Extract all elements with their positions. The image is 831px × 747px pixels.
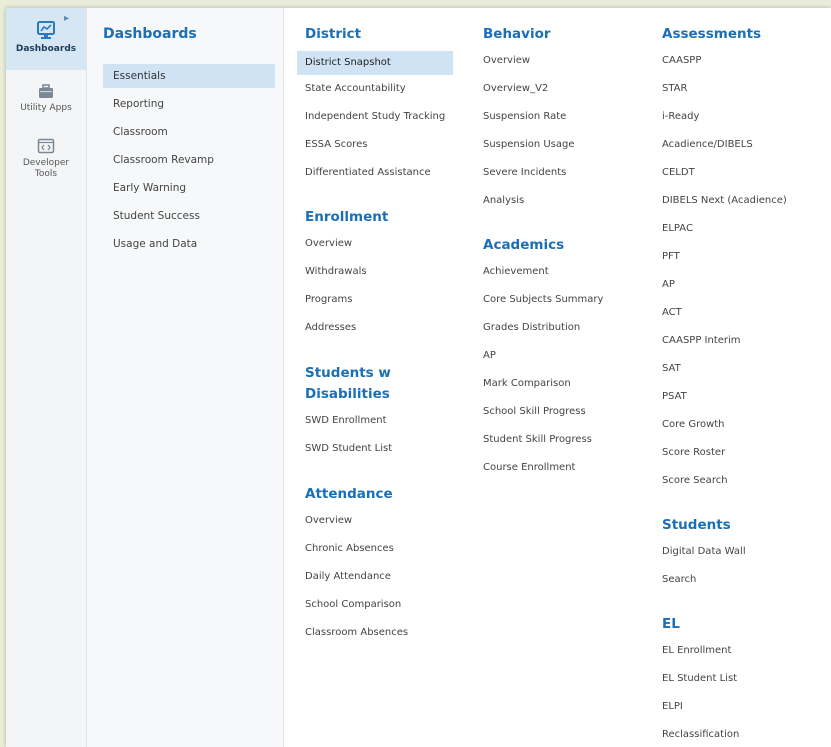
link-behavior-overview[interactable]: Overview (483, 54, 530, 68)
link-digital-data-wall[interactable]: Digital Data Wall (662, 545, 746, 559)
link-elpac[interactable]: ELPAC (662, 222, 693, 236)
link-school-comparison[interactable]: School Comparison (305, 598, 401, 612)
link-withdrawals[interactable]: Withdrawals (305, 265, 367, 279)
section-title-students: Students (662, 517, 731, 533)
link-chronic-absences[interactable]: Chronic Absences (305, 542, 394, 556)
code-window-icon (37, 138, 55, 154)
link-academics-ap[interactable]: AP (483, 349, 496, 363)
link-attendance-overview[interactable]: Overview (305, 514, 352, 528)
link-course-enrollment[interactable]: Course Enrollment (483, 461, 575, 475)
link-el-enrollment[interactable]: EL Enrollment (662, 644, 731, 658)
icon-rail: ▸ Dashboards Utility Apps Developer Tool… (6, 8, 87, 747)
link-mark-comparison[interactable]: Mark Comparison (483, 377, 571, 391)
link-state-accountability[interactable]: State Accountability (305, 82, 406, 96)
link-celdt[interactable]: CELDT (662, 166, 695, 180)
link-caaspp-interim[interactable]: CAASPP Interim (662, 334, 741, 348)
dashboard-item-early-warning[interactable]: Early Warning (103, 176, 275, 200)
link-pft[interactable]: PFT (662, 250, 680, 264)
link-analysis[interactable]: Analysis (483, 194, 524, 208)
section-title-swd-line2: Disabilities (305, 386, 390, 402)
rail-item-dashboards[interactable]: ▸ Dashboards (6, 8, 86, 70)
link-reclassification[interactable]: Reclassification (662, 728, 739, 742)
dashboards-panel: Dashboards Essentials Reporting Classroo… (87, 8, 284, 747)
dashboard-item-usage-and-data[interactable]: Usage and Data (103, 232, 275, 256)
link-student-skill-progress[interactable]: Student Skill Progress (483, 433, 592, 447)
section-title-swd-line1: Students w (305, 365, 391, 381)
dashboard-item-reporting[interactable]: Reporting (103, 92, 275, 116)
chevron-right-icon: ▸ (64, 13, 70, 24)
link-independent-study-tracking[interactable]: Independent Study Tracking (305, 110, 445, 124)
dashboard-item-student-success[interactable]: Student Success (103, 204, 275, 228)
rail-item-utility-apps[interactable]: Utility Apps (6, 80, 86, 124)
link-el-student-list[interactable]: EL Student List (662, 672, 737, 686)
link-classroom-absences[interactable]: Classroom Absences (305, 626, 408, 640)
link-acadience-dibels[interactable]: Acadience/DIBELS (662, 138, 753, 152)
link-i-ready[interactable]: i-Ready (662, 110, 699, 124)
apps-briefcase-icon (39, 84, 53, 98)
section-title-academics: Academics (483, 237, 565, 253)
link-addresses[interactable]: Addresses (305, 321, 356, 335)
link-grades-distribution[interactable]: Grades Distribution (483, 321, 580, 335)
link-essa-scores[interactable]: ESSA Scores (305, 138, 367, 152)
link-suspension-rate[interactable]: Suspension Rate (483, 110, 566, 124)
link-sat[interactable]: SAT (662, 362, 681, 376)
app-frame: ▸ Dashboards Utility Apps Developer Tool… (6, 8, 831, 747)
rail-item-developer-tools[interactable]: Developer Tools (6, 134, 86, 194)
link-caaspp[interactable]: CAASPP (662, 54, 701, 68)
link-differentiated-assistance[interactable]: Differentiated Assistance (305, 166, 431, 180)
section-title-behavior: Behavior (483, 26, 551, 42)
link-programs[interactable]: Programs (305, 293, 352, 307)
link-assessments-ap[interactable]: AP (662, 278, 675, 292)
link-students-search[interactable]: Search (662, 573, 696, 587)
link-daily-attendance[interactable]: Daily Attendance (305, 570, 391, 584)
link-core-subjects-summary[interactable]: Core Subjects Summary (483, 293, 603, 307)
link-enrollment-overview[interactable]: Overview (305, 237, 352, 251)
link-dibels-next[interactable]: DIBELS Next (Acadience) (662, 194, 787, 208)
link-school-skill-progress[interactable]: School Skill Progress (483, 405, 586, 419)
link-star[interactable]: STAR (662, 82, 687, 96)
link-swd-enrollment[interactable]: SWD Enrollment (305, 414, 387, 428)
rail-item-label: Utility Apps (20, 103, 72, 113)
monitor-icon (37, 21, 55, 39)
dashboard-item-classroom-revamp[interactable]: Classroom Revamp (103, 148, 275, 172)
link-psat[interactable]: PSAT (662, 390, 687, 404)
link-elpi[interactable]: ELPI (662, 700, 683, 714)
link-district-snapshot[interactable]: District Snapshot (297, 51, 453, 75)
link-score-roster[interactable]: Score Roster (662, 446, 725, 460)
link-achievement[interactable]: Achievement (483, 265, 549, 279)
link-act[interactable]: ACT (662, 306, 682, 320)
section-title-assessments: Assessments (662, 26, 762, 42)
link-score-search[interactable]: Score Search (662, 474, 728, 488)
link-core-growth[interactable]: Core Growth (662, 418, 725, 432)
link-severe-incidents[interactable]: Severe Incidents (483, 166, 566, 180)
link-suspension-usage[interactable]: Suspension Usage (483, 138, 575, 152)
dashboard-item-essentials[interactable]: Essentials (103, 64, 275, 88)
section-title-el: EL (662, 616, 680, 632)
rail-item-label: Dashboards (15, 44, 77, 54)
section-title-attendance: Attendance (305, 486, 393, 502)
section-title-enrollment: Enrollment (305, 209, 389, 225)
dashboard-item-classroom[interactable]: Classroom (103, 120, 275, 144)
dashboards-title: Dashboards (103, 26, 197, 42)
rail-item-label: Developer Tools (22, 158, 70, 179)
link-behavior-overview-v2[interactable]: Overview_V2 (483, 82, 548, 96)
link-swd-student-list[interactable]: SWD Student List (305, 442, 392, 456)
section-title-district: District (305, 26, 362, 42)
